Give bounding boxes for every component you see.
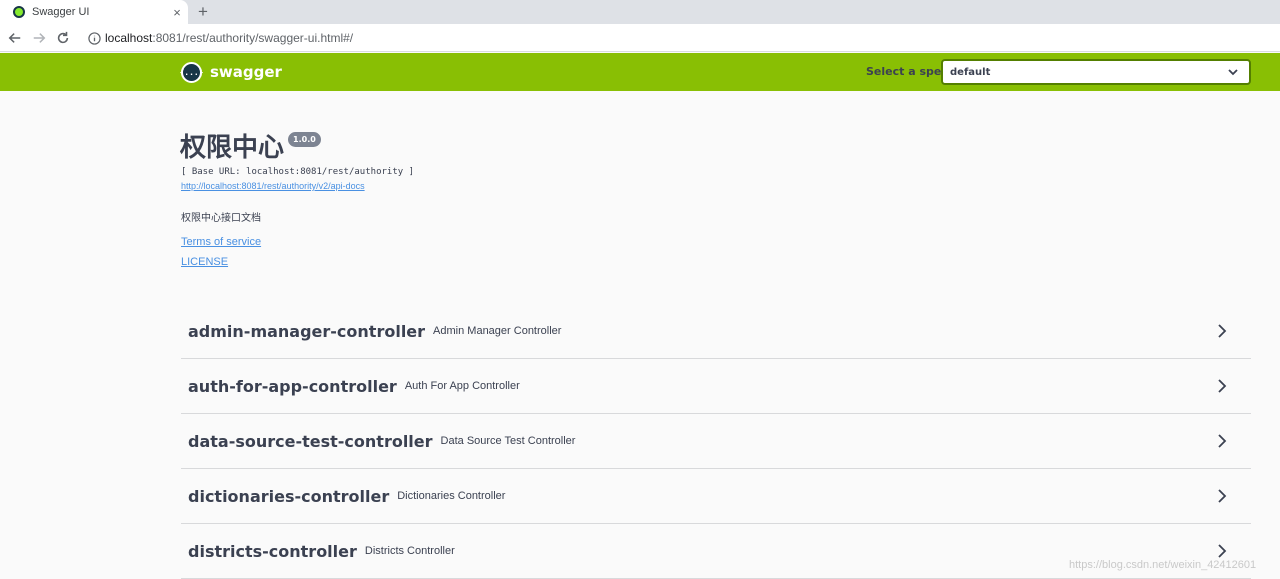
controller-name: dictionaries-controller (188, 486, 390, 506)
license-link[interactable]: LICENSE (181, 256, 228, 268)
controller-list: admin-manager-controller Admin Manager C… (181, 304, 1251, 579)
controller-name: auth-for-app-controller (188, 376, 397, 396)
chevron-right-icon (1218, 434, 1227, 448)
controller-description: Dictionaries Controller (397, 490, 506, 502)
swagger-logo-icon: {...} (179, 61, 204, 83)
version-badge: 1.0.0 (288, 132, 321, 147)
reload-icon (57, 31, 69, 43)
controller-description: Admin Manager Controller (433, 325, 562, 337)
controller-auth-for-app[interactable]: auth-for-app-controller Auth For App Con… (181, 359, 1251, 414)
controller-description: Auth For App Controller (404, 380, 520, 392)
browser-tab[interactable]: Swagger UI × (0, 0, 188, 24)
swagger-topbar: {...} swagger Select a spec default (0, 53, 1280, 91)
base-url: [ Base URL: localhost:8081/rest/authorit… (181, 167, 414, 177)
swagger-logo[interactable]: {...} swagger (179, 61, 282, 83)
chevron-down-icon (1228, 69, 1238, 76)
controller-name: admin-manager-controller (188, 321, 426, 341)
swagger-favicon-icon (13, 6, 25, 18)
address-bar[interactable]: localhost:8081/rest/authority/swagger-ui… (80, 28, 1260, 48)
info-icon[interactable] (88, 31, 101, 45)
browser-toolbar: localhost:8081/rest/authority/swagger-ui… (0, 24, 1280, 52)
controller-dictionaries[interactable]: dictionaries-controller Dictionaries Con… (181, 469, 1251, 524)
tab-close-icon[interactable]: × (166, 5, 188, 20)
url-path: :8081/rest/authority/swagger-ui.html#/ (152, 31, 354, 45)
controller-name: districts-controller (188, 541, 357, 561)
api-title: 权限中心 (180, 133, 285, 163)
tab-title: Swagger UI (32, 6, 90, 18)
reload-button[interactable] (51, 26, 75, 50)
spec-select-value: default (950, 66, 991, 78)
arrow-right-icon (33, 32, 46, 43)
terms-of-service-link[interactable]: Terms of service (181, 236, 261, 248)
controller-name: data-source-test-controller (188, 431, 433, 451)
chevron-right-icon (1218, 489, 1227, 503)
controller-description: Districts Controller (364, 545, 455, 557)
spec-select-label: Select a spec (866, 65, 948, 78)
forward-button[interactable] (27, 26, 51, 50)
api-docs-link[interactable]: http://localhost:8081/rest/authority/v2/… (181, 181, 365, 191)
chevron-right-icon (1218, 324, 1227, 338)
spec-select[interactable]: default (941, 59, 1251, 85)
controller-data-source-test[interactable]: data-source-test-controller Data Source … (181, 414, 1251, 469)
url-host: localhost (105, 31, 153, 45)
api-description: 权限中心接口文档 (181, 213, 261, 224)
arrow-left-icon (8, 32, 21, 43)
chevron-right-icon (1218, 379, 1227, 393)
controller-description: Data Source Test Controller (440, 435, 576, 447)
back-button[interactable] (3, 26, 27, 50)
new-tab-button[interactable]: + (193, 2, 213, 22)
url-text: localhost:8081/rest/authority/swagger-ui… (105, 31, 353, 45)
swagger-logo-text: swagger (210, 63, 282, 81)
chevron-right-icon (1218, 544, 1227, 558)
controller-admin-manager[interactable]: admin-manager-controller Admin Manager C… (181, 304, 1251, 359)
api-title-row: 权限中心 1.0.0 (180, 130, 321, 166)
browser-tab-strip: Swagger UI × + (0, 0, 1280, 24)
watermark: https://blog.csdn.net/weixin_42412601 (1069, 559, 1257, 571)
